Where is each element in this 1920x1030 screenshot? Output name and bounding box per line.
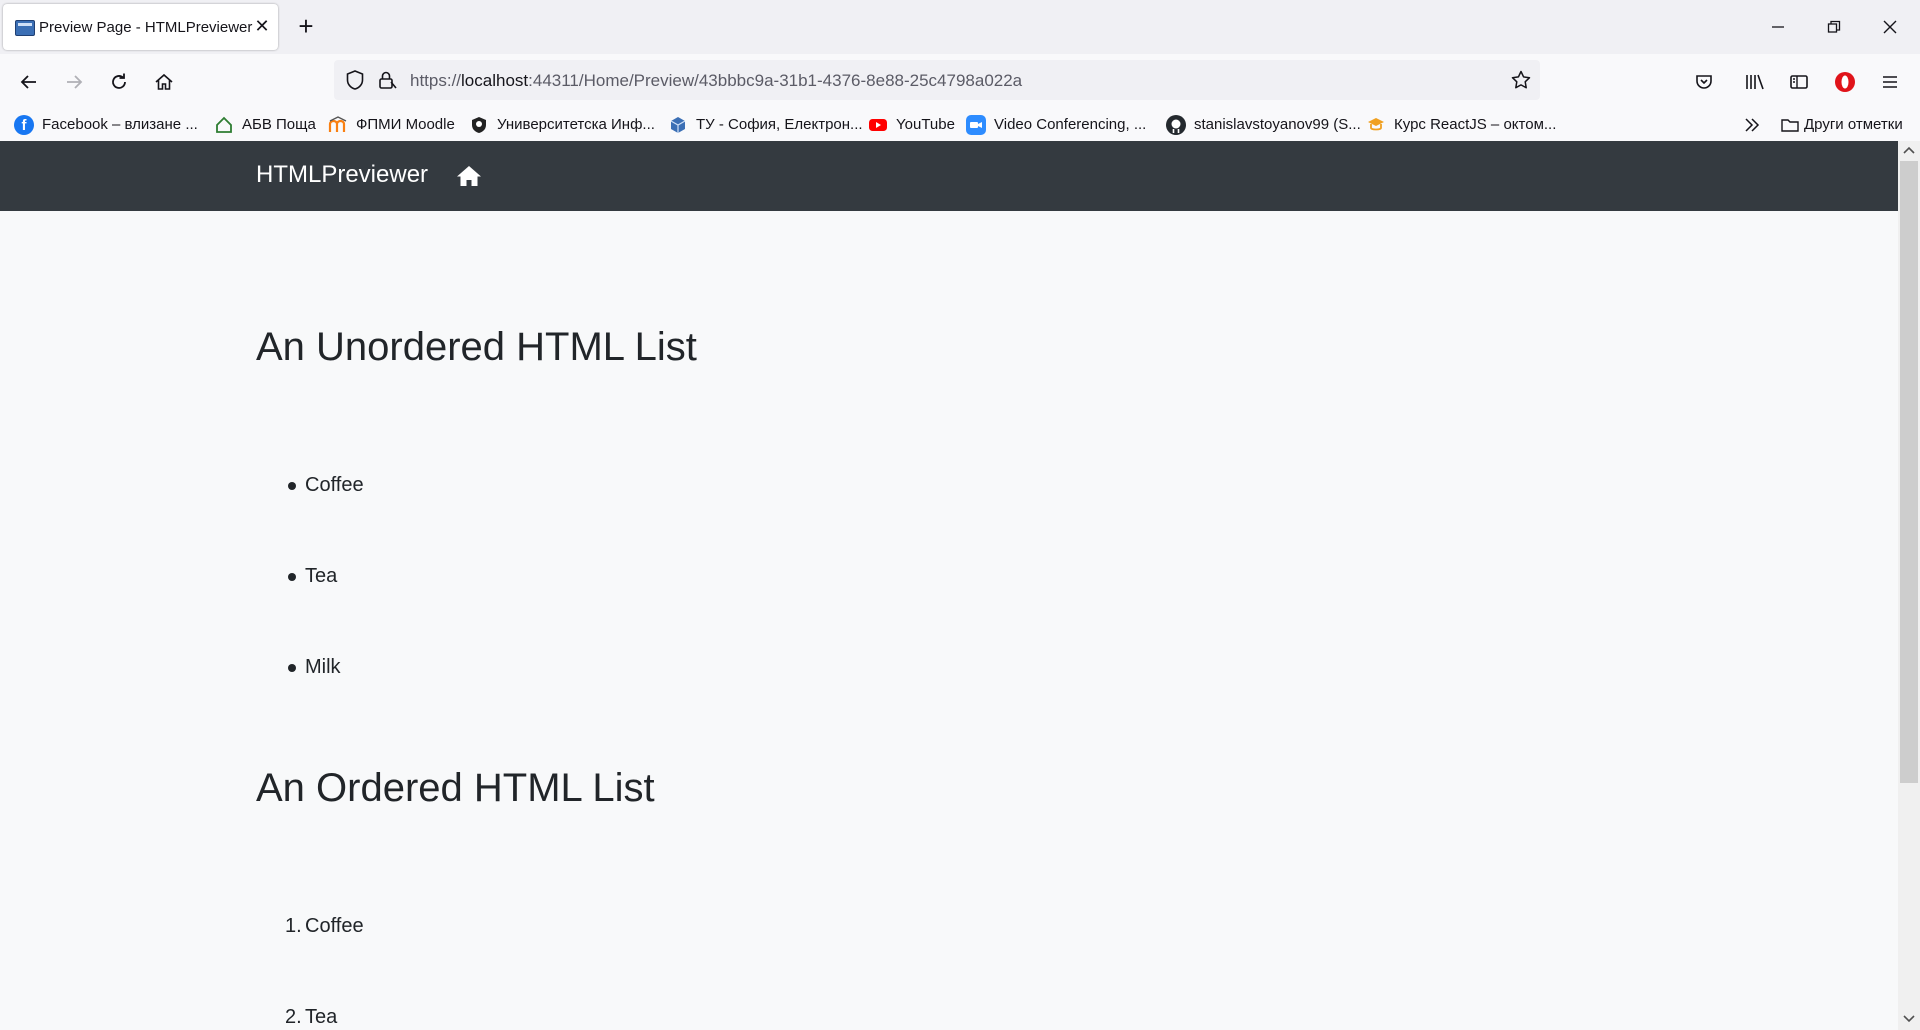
scroll-down-icon[interactable] xyxy=(1898,1010,1920,1030)
bookmark-label: Video Conferencing, ... xyxy=(994,116,1147,133)
bookmark-youtube[interactable]: YouTube xyxy=(868,114,955,136)
opera-extension-icon[interactable] xyxy=(1829,65,1861,97)
browser-tab[interactable]: Preview Page - HTMLPreviewer ✕ xyxy=(3,4,278,50)
other-bookmarks-label: Други отметки xyxy=(1804,116,1903,133)
browser-toolbar: https://localhost:44311/Home/Preview/43b… xyxy=(0,54,1920,108)
home-icon[interactable] xyxy=(148,65,180,97)
unordered-list-heading: An Unordered HTML List xyxy=(256,325,697,369)
list-item: Tea xyxy=(305,565,338,587)
reload-icon[interactable] xyxy=(103,65,135,97)
list-bullet xyxy=(288,482,296,490)
new-tab-button[interactable]: + xyxy=(292,12,320,40)
bookmark-label: ТУ - София, Електрон... xyxy=(696,116,863,133)
address-bar[interactable]: https://localhost:44311/Home/Preview/43b… xyxy=(334,60,1540,100)
close-window-button[interactable] xyxy=(1872,10,1908,42)
list-item-number: 2. xyxy=(285,1006,302,1028)
url-path: :44311/Home/Preview/43bbbc9a-31b1-4376-8… xyxy=(528,71,1023,90)
url-host: localhost xyxy=(461,71,529,90)
browser-titlebar: Preview Page - HTMLPreviewer ✕ + xyxy=(0,0,1920,54)
list-item-number: 1. xyxy=(285,915,302,937)
bookmark-university[interactable]: Университетска Инф... xyxy=(469,114,655,136)
list-item: Coffee xyxy=(305,474,364,496)
site-navbar: HTMLPreviewer xyxy=(0,141,1898,211)
bookmark-github[interactable]: stanislavstoyanov99 (S... xyxy=(1166,114,1361,136)
bookmarks-toolbar: f Facebook – влизане ... АБВ Поща ФПМИ Mo… xyxy=(0,108,1920,142)
zoom-icon xyxy=(966,115,986,136)
url-text[interactable]: https://localhost:44311/Home/Preview/43b… xyxy=(410,71,1022,91)
bookmark-zoom[interactable]: Video Conferencing, ... xyxy=(966,114,1146,136)
brand-link[interactable]: HTMLPreviewer xyxy=(256,161,428,189)
bookmark-label: Курс ReactJS – октом... xyxy=(1394,116,1557,133)
house-icon xyxy=(214,115,234,135)
list-bullet xyxy=(288,664,296,672)
youtube-icon xyxy=(868,115,888,135)
facebook-icon: f xyxy=(14,115,34,136)
ordered-list-heading: An Ordered HTML List xyxy=(256,766,655,810)
folder-icon xyxy=(1780,115,1800,135)
bookmark-abv[interactable]: АБВ Поща xyxy=(214,114,316,136)
back-icon[interactable] xyxy=(13,65,45,97)
other-bookmarks-folder[interactable]: Други отметки xyxy=(1780,114,1903,136)
minimize-button[interactable] xyxy=(1760,10,1796,42)
menu-icon[interactable] xyxy=(1874,65,1906,97)
list-item: Tea xyxy=(305,1006,338,1028)
lock-icon[interactable] xyxy=(376,69,398,91)
list-item: Milk xyxy=(305,656,341,678)
restore-button[interactable] xyxy=(1816,10,1852,42)
bookmark-tu-sofia[interactable]: ТУ - София, Електрон... xyxy=(668,114,863,136)
library-icon[interactable] xyxy=(1739,65,1771,97)
bookmark-react-course[interactable]: Курс ReactJS – октом... xyxy=(1366,114,1556,136)
bookmark-label: YouTube xyxy=(896,116,955,133)
moodle-icon xyxy=(328,115,348,135)
close-tab-icon[interactable]: ✕ xyxy=(251,15,273,37)
bookmark-label: АБВ Поща xyxy=(242,116,316,133)
scroll-up-icon[interactable] xyxy=(1898,141,1920,161)
scrollbar-thumb[interactable] xyxy=(1900,161,1918,783)
more-bookmarks-icon[interactable] xyxy=(1742,114,1762,136)
forward-icon[interactable] xyxy=(58,65,90,97)
sidebar-icon[interactable] xyxy=(1783,65,1815,97)
list-item: Coffee xyxy=(305,915,364,937)
page-scrollbar[interactable] xyxy=(1898,141,1920,1030)
pocket-icon[interactable] xyxy=(1688,65,1720,97)
bookmark-label: Facebook – влизане ... xyxy=(42,116,198,133)
bookmark-label: stanislavstoyanov99 (S... xyxy=(1194,116,1361,133)
cube-icon xyxy=(668,115,688,135)
url-prefix: https:// xyxy=(410,71,462,90)
github-icon xyxy=(1166,115,1186,136)
list-bullet xyxy=(288,573,296,581)
page-content: An Unordered HTML List Coffee Tea Milk A… xyxy=(0,211,1898,1030)
bookmark-facebook[interactable]: f Facebook – влизане ... xyxy=(14,114,198,136)
bookmark-label: Университетска Инф... xyxy=(497,116,655,133)
shield-icon[interactable] xyxy=(344,69,366,91)
bookmark-star-icon[interactable] xyxy=(1510,69,1532,91)
bookmark-label: ФПМИ Moodle xyxy=(356,116,455,133)
page-favicon xyxy=(15,20,35,36)
crest-icon xyxy=(469,115,489,135)
home-icon[interactable] xyxy=(456,163,482,189)
softuni-icon xyxy=(1366,115,1386,135)
tab-title: Preview Page - HTMLPreviewer xyxy=(39,19,253,36)
bookmark-moodle[interactable]: ФПМИ Moodle xyxy=(328,114,455,136)
